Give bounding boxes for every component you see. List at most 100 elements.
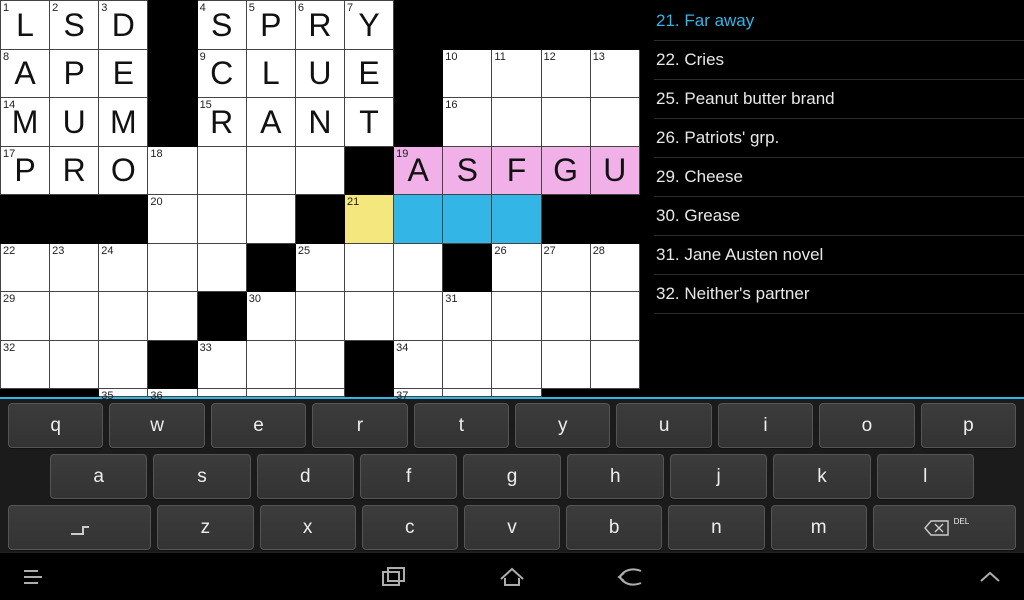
key-l[interactable]: l: [877, 454, 974, 499]
grid-cell[interactable]: 11: [492, 49, 541, 98]
grid-cell[interactable]: 15R: [197, 98, 246, 147]
key-s[interactable]: s: [153, 454, 250, 499]
key-x[interactable]: x: [260, 505, 356, 550]
grid-cell[interactable]: [197, 243, 246, 292]
key-t[interactable]: t: [414, 403, 509, 448]
clue-item[interactable]: 21. Far away: [654, 2, 1024, 41]
grid-cell[interactable]: [492, 98, 541, 147]
grid-cell[interactable]: L: [246, 49, 295, 98]
grid-cell[interactable]: [197, 146, 246, 195]
clue-list[interactable]: 21. Far away22. Cries25. Peanut butter b…: [640, 0, 1024, 397]
grid-cell[interactable]: F: [492, 146, 541, 195]
key-n[interactable]: n: [668, 505, 764, 550]
key-q[interactable]: q: [8, 403, 103, 448]
grid-cell[interactable]: [492, 195, 541, 244]
grid-cell[interactable]: [394, 243, 443, 292]
grid-cell[interactable]: 26: [492, 243, 541, 292]
grid-cell[interactable]: 18: [148, 146, 197, 195]
grid-cell[interactable]: [197, 389, 246, 397]
grid-cell[interactable]: 23: [50, 243, 99, 292]
grid-cell[interactable]: 19A: [394, 146, 443, 195]
grid-cell[interactable]: E: [99, 49, 148, 98]
key-c[interactable]: c: [362, 505, 458, 550]
crossword-grid[interactable]: 1L2S3D4S5P6R7Y8APE9CLUE1011121314MUM15RA…: [0, 0, 640, 397]
grid-cell[interactable]: [295, 340, 344, 389]
grid-cell[interactable]: R: [50, 146, 99, 195]
grid-cell[interactable]: [443, 195, 492, 244]
grid-cell[interactable]: U: [50, 98, 99, 147]
grid-cell[interactable]: [541, 340, 590, 389]
grid-cell[interactable]: 35: [99, 389, 148, 397]
grid-cell[interactable]: [295, 292, 344, 341]
grid-cell[interactable]: [541, 98, 590, 147]
grid-cell[interactable]: 28: [590, 243, 639, 292]
key-shift[interactable]: [8, 505, 151, 550]
grid-cell[interactable]: [344, 243, 393, 292]
grid-cell[interactable]: [344, 292, 393, 341]
recent-apps-icon[interactable]: [380, 563, 408, 591]
key-i[interactable]: i: [718, 403, 813, 448]
grid-cell[interactable]: U: [590, 146, 639, 195]
key-u[interactable]: u: [616, 403, 711, 448]
grid-cell[interactable]: [246, 389, 295, 397]
key-p[interactable]: p: [921, 403, 1016, 448]
key-f[interactable]: f: [360, 454, 457, 499]
clue-item[interactable]: 29. Cheese: [654, 158, 1024, 197]
grid-cell[interactable]: 3D: [99, 1, 148, 50]
grid-cell[interactable]: [443, 340, 492, 389]
grid-cell[interactable]: [590, 98, 639, 147]
key-v[interactable]: v: [464, 505, 560, 550]
key-m[interactable]: m: [771, 505, 867, 550]
grid-cell[interactable]: [492, 389, 541, 397]
grid-cell[interactable]: [295, 146, 344, 195]
grid-cell[interactable]: 27: [541, 243, 590, 292]
grid-cell[interactable]: 22: [1, 243, 50, 292]
grid-cell[interactable]: [492, 292, 541, 341]
back-icon[interactable]: [616, 563, 644, 591]
key-h[interactable]: h: [567, 454, 664, 499]
grid-cell[interactable]: 17P: [1, 146, 50, 195]
menu-icon[interactable]: [20, 563, 48, 591]
key-j[interactable]: j: [670, 454, 767, 499]
key-delete[interactable]: DEL: [873, 505, 1016, 550]
home-icon[interactable]: [498, 563, 526, 591]
grid-cell[interactable]: 4S: [197, 1, 246, 50]
grid-cell[interactable]: U: [295, 49, 344, 98]
grid-cell[interactable]: [492, 340, 541, 389]
grid-cell[interactable]: [246, 340, 295, 389]
grid-cell[interactable]: A: [246, 98, 295, 147]
grid-cell[interactable]: N: [295, 98, 344, 147]
key-r[interactable]: r: [312, 403, 407, 448]
grid-cell[interactable]: [50, 292, 99, 341]
key-a[interactable]: a: [50, 454, 147, 499]
grid-cell[interactable]: 33: [197, 340, 246, 389]
grid-cell[interactable]: [295, 389, 344, 397]
grid-cell[interactable]: 21: [344, 195, 393, 244]
grid-cell[interactable]: P: [50, 49, 99, 98]
grid-cell[interactable]: [197, 195, 246, 244]
expand-icon[interactable]: [976, 563, 1004, 591]
grid-cell[interactable]: 31: [443, 292, 492, 341]
grid-cell[interactable]: 36: [148, 389, 197, 397]
key-k[interactable]: k: [773, 454, 870, 499]
grid-cell[interactable]: 34: [394, 340, 443, 389]
key-o[interactable]: o: [819, 403, 914, 448]
grid-cell[interactable]: [148, 292, 197, 341]
grid-cell[interactable]: [394, 292, 443, 341]
clue-item[interactable]: 30. Grease: [654, 197, 1024, 236]
grid-cell[interactable]: 13: [590, 49, 639, 98]
grid-cell[interactable]: [99, 292, 148, 341]
grid-cell[interactable]: 12: [541, 49, 590, 98]
grid-cell[interactable]: [246, 146, 295, 195]
key-e[interactable]: e: [211, 403, 306, 448]
key-z[interactable]: z: [157, 505, 253, 550]
clue-item[interactable]: 31. Jane Austen novel: [654, 236, 1024, 275]
grid-cell[interactable]: 29: [1, 292, 50, 341]
key-b[interactable]: b: [566, 505, 662, 550]
key-g[interactable]: g: [463, 454, 560, 499]
grid-cell[interactable]: 7Y: [344, 1, 393, 50]
grid-cell[interactable]: [590, 340, 639, 389]
grid-cell[interactable]: 32: [1, 340, 50, 389]
grid-cell[interactable]: 2S: [50, 1, 99, 50]
keyboard[interactable]: qwertyuiopasdfghjklzxcvbnmDEL: [0, 397, 1024, 552]
